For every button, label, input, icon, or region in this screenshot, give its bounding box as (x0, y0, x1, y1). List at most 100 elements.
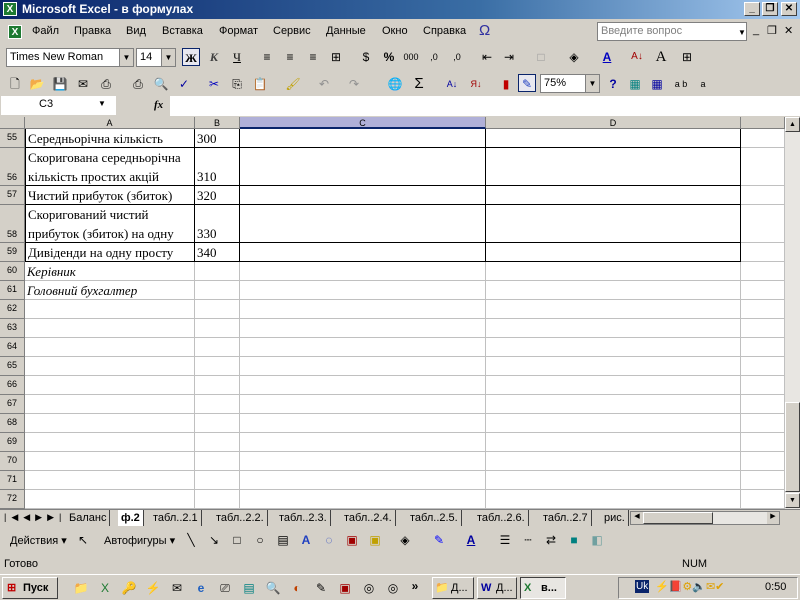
sort-az-icon[interactable]: А↓ (628, 48, 646, 66)
paste-icon[interactable]: 📋 (251, 75, 269, 93)
cell-A71[interactable] (25, 471, 195, 490)
cell-A67[interactable] (25, 395, 195, 414)
cell-E57[interactable] (741, 186, 785, 205)
row-header[interactable]: 68 (0, 414, 25, 433)
row-header[interactable]: 57 (0, 186, 25, 205)
cell-A63[interactable] (25, 319, 195, 338)
format-painter-icon[interactable]: 🖌 (284, 75, 302, 93)
sheet-tab[interactable]: табл..2.3. (276, 510, 331, 526)
row-header[interactable]: 62 (0, 300, 25, 319)
increase-indent-icon[interactable]: ⇥ (500, 48, 518, 66)
row-header[interactable]: 55 (0, 129, 25, 148)
quicklaunch-cd-icon[interactable]: ◎ (360, 579, 378, 597)
cell-E70[interactable] (741, 452, 785, 471)
doc-restore-button[interactable]: ❐ (767, 24, 777, 37)
language-indicator[interactable]: Uk (635, 580, 650, 593)
cell-E68[interactable] (741, 414, 785, 433)
sheet-tab[interactable]: табл..2.2. (213, 510, 268, 526)
insert-function-button[interactable]: fx (154, 99, 163, 111)
cell-E56[interactable] (741, 148, 785, 186)
name-box[interactable]: C3 ▼ (1, 96, 116, 115)
cell-A65[interactable] (25, 357, 195, 376)
cut-icon[interactable]: ✂ (205, 75, 223, 93)
print-preview-icon[interactable]: 🔍 (152, 75, 170, 93)
decrease-decimal-icon[interactable]: ,0 (448, 48, 466, 66)
cell-A61[interactable]: Головний бухгалтер (25, 281, 195, 300)
line-style-icon[interactable]: ☰ (496, 531, 514, 549)
cell-D55[interactable] (486, 129, 741, 148)
row-header[interactable]: 56 (0, 148, 25, 186)
cell-B59[interactable]: 340 (195, 243, 240, 262)
oval-icon[interactable]: ○ (251, 531, 269, 549)
increase-decimal-icon[interactable]: ,0 (425, 48, 443, 66)
arrow-icon[interactable]: ↘ (205, 531, 223, 549)
row-header[interactable]: 65 (0, 357, 25, 376)
sort-ascending-icon[interactable]: А↓ (443, 75, 461, 93)
cell-C56[interactable] (240, 148, 486, 186)
doc-close-button[interactable]: ✕ (784, 24, 793, 37)
scroll-left-button[interactable]: ◀ (631, 512, 643, 524)
cell-C72[interactable] (240, 490, 486, 509)
cell-A72[interactable] (25, 490, 195, 509)
cell-D72[interactable] (486, 490, 741, 509)
cell-C63[interactable] (240, 319, 486, 338)
scroll-up-button[interactable]: ▲ (785, 117, 800, 132)
cell-D66[interactable] (486, 376, 741, 395)
quicklaunch-flash-icon[interactable]: ⚡ (144, 579, 162, 597)
shadow-icon[interactable]: ■ (565, 531, 583, 549)
merge-cells-icon[interactable]: ⊞ (678, 48, 696, 66)
quicklaunch-search-icon[interactable]: 🔍 (264, 579, 282, 597)
picture-icon[interactable]: ▣ (366, 531, 384, 549)
permission-icon[interactable]: ⎙ (97, 75, 115, 93)
row-header[interactable]: 69 (0, 433, 25, 452)
cell-E62[interactable] (741, 300, 785, 319)
taskbar-button-excel[interactable]: Xв... (520, 577, 566, 599)
align-right-icon[interactable]: ≡ (304, 48, 322, 66)
cell-A62[interactable] (25, 300, 195, 319)
redo-icon[interactable]: ↷ (345, 75, 363, 93)
cell-D69[interactable] (486, 433, 741, 452)
cell-C61[interactable] (240, 281, 486, 300)
cell-C57[interactable] (240, 186, 486, 205)
sheet-tab[interactable]: табл..2.1 (150, 510, 202, 526)
email-icon[interactable]: ✉ (74, 75, 92, 93)
sheet-tab[interactable]: табл..2.6. (474, 510, 529, 526)
actions-menu[interactable]: Действия ▾ (10, 534, 67, 547)
quicklaunch-calc-icon[interactable]: ▤ (240, 579, 258, 597)
menu-window[interactable]: Окно (382, 25, 408, 37)
cell-B57[interactable]: 320 (195, 186, 240, 205)
cell-B72[interactable] (195, 490, 240, 509)
cell-B67[interactable] (195, 395, 240, 414)
bold-button[interactable]: Ж (182, 48, 200, 66)
cell-D67[interactable] (486, 395, 741, 414)
ask-question-input[interactable]: Введите вопрос (597, 22, 747, 41)
cell-D68[interactable] (486, 414, 741, 433)
column-header[interactable] (741, 117, 785, 129)
row-header[interactable]: 61 (0, 281, 25, 300)
tray-icons[interactable]: ⚡📕⚙🔈✉✔ (655, 580, 724, 593)
new-icon[interactable]: 🗋 (6, 75, 24, 93)
sheet-tab[interactable]: ф.2 (118, 510, 144, 526)
subscript-icon[interactable]: a (694, 75, 712, 93)
cell-C58[interactable] (240, 205, 486, 243)
cell-D56[interactable] (486, 148, 741, 186)
cell-D57[interactable] (486, 186, 741, 205)
sheet-tab[interactable]: табл..2.5. (407, 510, 462, 526)
cell-A56[interactable]: Скоригована середньорічна кількість прост… (25, 148, 195, 186)
cell-E61[interactable] (741, 281, 785, 300)
decrease-indent-icon[interactable]: ⇤ (478, 48, 496, 66)
cell-D61[interactable] (486, 281, 741, 300)
save-icon[interactable]: 💾 (51, 75, 69, 93)
select-objects-icon[interactable]: ↖ (74, 531, 92, 549)
column-header[interactable]: A (25, 117, 195, 129)
cell-B69[interactable] (195, 433, 240, 452)
taskbar-button-folder[interactable]: 📁 Д... (432, 577, 474, 599)
omega-icon[interactable]: Ω (479, 22, 490, 39)
row-header[interactable]: 66 (0, 376, 25, 395)
column-header[interactable]: D (486, 117, 741, 129)
diagram-icon[interactable]: ◌ (320, 531, 338, 549)
italic-button[interactable]: К (205, 48, 223, 66)
row-header[interactable]: 59 (0, 243, 25, 262)
thousands-button[interactable]: 000 (402, 48, 420, 66)
scroll-down-button[interactable]: ▼ (785, 493, 800, 508)
